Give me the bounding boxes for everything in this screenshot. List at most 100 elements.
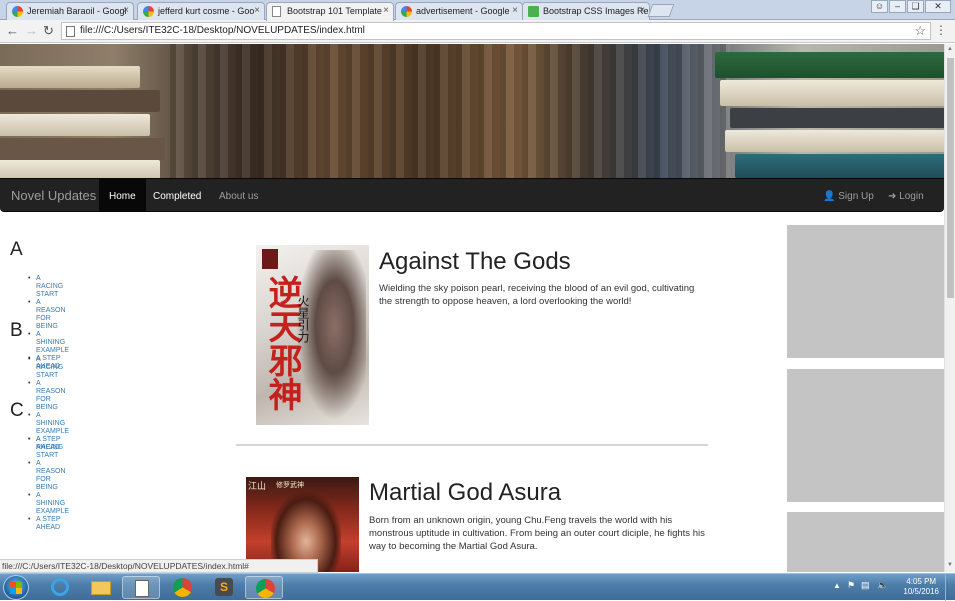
book <box>0 66 140 88</box>
address-bar[interactable]: file:///C:/Users/ITE32C-18/Desktop/NOVEL… <box>61 22 931 40</box>
notepad-icon[interactable] <box>122 576 160 599</box>
sublime-logo: S <box>215 578 233 596</box>
reload-icon[interactable]: ↻ <box>43 23 54 39</box>
novel-link[interactable]: A SHINING EXAMPLE <box>28 331 69 355</box>
publisher-mark <box>262 249 278 269</box>
login-link[interactable]: ➜ Login <box>888 191 924 202</box>
close-tab-icon[interactable]: × <box>383 5 389 16</box>
advertisement-box[interactable] <box>787 369 944 502</box>
close-window-button[interactable]: ✕ <box>925 0 951 13</box>
browser-toolbar: ← → ↻ file:///C:/Users/ITE32C-18/Desktop… <box>0 20 955 43</box>
novel-link[interactable]: A REASON FOR BEING <box>28 299 69 331</box>
novel-link[interactable]: A REASON FOR BEING <box>28 460 69 492</box>
signup-label: Sign Up <box>838 191 874 202</box>
tab-bootstrap-template[interactable]: Bootstrap 101 Template × <box>266 2 394 21</box>
advertisement-box[interactable] <box>787 512 944 572</box>
chrome-logo <box>173 578 192 597</box>
user-icon[interactable]: ☺ <box>871 0 888 13</box>
novel-title[interactable]: Martial God Asura <box>369 479 561 507</box>
login-icon: ➜ <box>888 191 897 202</box>
volume-icon[interactable]: 🔈 <box>877 580 888 591</box>
clock[interactable]: 4:05 PM 10/5/2016 <box>903 577 939 597</box>
system-tray: ▲ ⚑ ▤ 🔈 4:05 PM 10/5/2016 <box>825 574 955 601</box>
book <box>715 52 944 78</box>
book <box>725 130 944 152</box>
tab-jeremiah[interactable]: Jeremiah Baraoil - Googl × <box>6 2 134 20</box>
login-label: Login <box>899 191 924 202</box>
google-icon <box>401 6 412 17</box>
page-icon <box>66 26 75 37</box>
show-hidden-icons[interactable]: ▲ <box>833 581 841 590</box>
close-tab-icon[interactable]: × <box>512 5 518 16</box>
novel-link[interactable]: A RACING START <box>28 436 69 460</box>
page-scrollbar[interactable]: ▲ ▼ <box>944 44 955 572</box>
bookmark-star-icon[interactable]: ☆ <box>914 23 926 39</box>
restore-button[interactable]: ❑ <box>907 0 924 13</box>
windows-taskbar: S ▲ ⚑ ▤ 🔈 4:05 PM 10/5/2016 <box>0 573 955 601</box>
folder-shape <box>91 581 111 595</box>
tab-w3schools[interactable]: Bootstrap CSS Images Re × <box>522 2 650 20</box>
network-icon[interactable]: ▤ <box>861 580 870 591</box>
status-url-bubble: file:///C:/Users/ITE32C-18/Desktop/NOVEL… <box>0 559 318 573</box>
google-icon <box>12 6 23 17</box>
book <box>0 160 160 178</box>
chrome-icon[interactable] <box>163 576 201 599</box>
scroll-up-arrow-icon[interactable]: ▲ <box>947 46 953 52</box>
tab-title: jefferd kurt cosme - Goo <box>158 6 255 16</box>
clock-time: 4:05 PM <box>906 577 937 586</box>
novel-cover-against-the-gods[interactable]: 逆天邪神 火星引力 <box>256 245 369 425</box>
back-arrow-icon[interactable]: ← <box>6 23 19 38</box>
url-text: file:///C:/Users/ITE32C-18/Desktop/NOVEL… <box>80 25 365 36</box>
tab-title: Bootstrap CSS Images Re <box>543 6 649 16</box>
novel-cover-martial-god-asura[interactable]: 江山 修罗武神 <box>246 477 359 572</box>
alpha-section-c: C A RACING START A REASON FOR BEING A SH… <box>10 400 69 531</box>
chrome-icon-active[interactable] <box>245 576 283 599</box>
book <box>0 114 150 136</box>
novel-link[interactable]: A SHINING EXAMPLE <box>28 412 69 436</box>
window-controls: ☺ – ❑ ✕ <box>871 0 951 13</box>
novel-link[interactable]: A SHINING EXAMPLE <box>28 492 69 516</box>
ie-icon[interactable] <box>40 576 78 599</box>
scroll-down-arrow-icon[interactable]: ▼ <box>947 562 953 568</box>
browser-tabstrip: Jeremiah Baraoil - Googl × jefferd kurt … <box>0 0 955 21</box>
nav-completed[interactable]: Completed <box>143 179 211 212</box>
novel-title[interactable]: Against The Gods <box>379 248 571 276</box>
notepad-shape <box>135 580 149 597</box>
minimize-button[interactable]: – <box>889 0 906 13</box>
show-desktop-button[interactable] <box>945 574 955 601</box>
page-viewport: Novel Updates Home Completed About us 👤 … <box>0 44 944 572</box>
alpha-letter: A <box>10 239 23 260</box>
book <box>720 80 944 106</box>
header-banner-image <box>0 44 944 178</box>
nav-home[interactable]: Home <box>99 179 146 212</box>
close-tab-icon[interactable]: × <box>639 5 645 16</box>
navbar-brand[interactable]: Novel Updates <box>11 188 96 203</box>
sublime-icon[interactable]: S <box>205 576 243 599</box>
close-tab-icon[interactable]: × <box>254 5 260 16</box>
cover-author-text: 修罗武神 <box>276 481 304 489</box>
tab-title: advertisement - Google <box>416 6 510 16</box>
signup-link[interactable]: 👤 Sign Up <box>823 191 874 202</box>
start-button[interactable] <box>3 575 29 600</box>
close-tab-icon[interactable]: × <box>123 5 129 16</box>
menu-icon[interactable]: ⋮ <box>935 23 947 37</box>
nav-about-us[interactable]: About us <box>209 179 268 212</box>
action-center-icon[interactable]: ⚑ <box>847 580 855 591</box>
explorer-icon[interactable] <box>81 576 119 599</box>
novel-description: Wielding the sky poison pearl, receiving… <box>379 283 695 307</box>
tab-advertisement[interactable]: advertisement - Google × <box>395 2 523 20</box>
novel-link[interactable]: A RACING START <box>28 356 69 380</box>
novel-description: Born from an unknown origin, young Chu.F… <box>369 515 705 552</box>
novel-link[interactable]: A REASON FOR BEING <box>28 380 69 412</box>
advertisement-box[interactable] <box>787 225 944 358</box>
novel-link[interactable]: A STEP AHEAD <box>28 516 69 532</box>
tab-jefferd[interactable]: jefferd kurt cosme - Goo × <box>137 2 265 20</box>
tab-title: Bootstrap 101 Template <box>287 6 382 16</box>
cover-author-text: 火星引力 <box>296 295 310 343</box>
scrollbar-thumb[interactable] <box>947 58 954 298</box>
book <box>0 138 165 160</box>
navbar: Novel Updates Home Completed About us 👤 … <box>0 178 944 212</box>
novel-link[interactable]: A RACING START <box>28 275 69 299</box>
new-tab-button[interactable] <box>647 4 675 17</box>
forward-arrow-icon[interactable]: → <box>25 23 38 38</box>
